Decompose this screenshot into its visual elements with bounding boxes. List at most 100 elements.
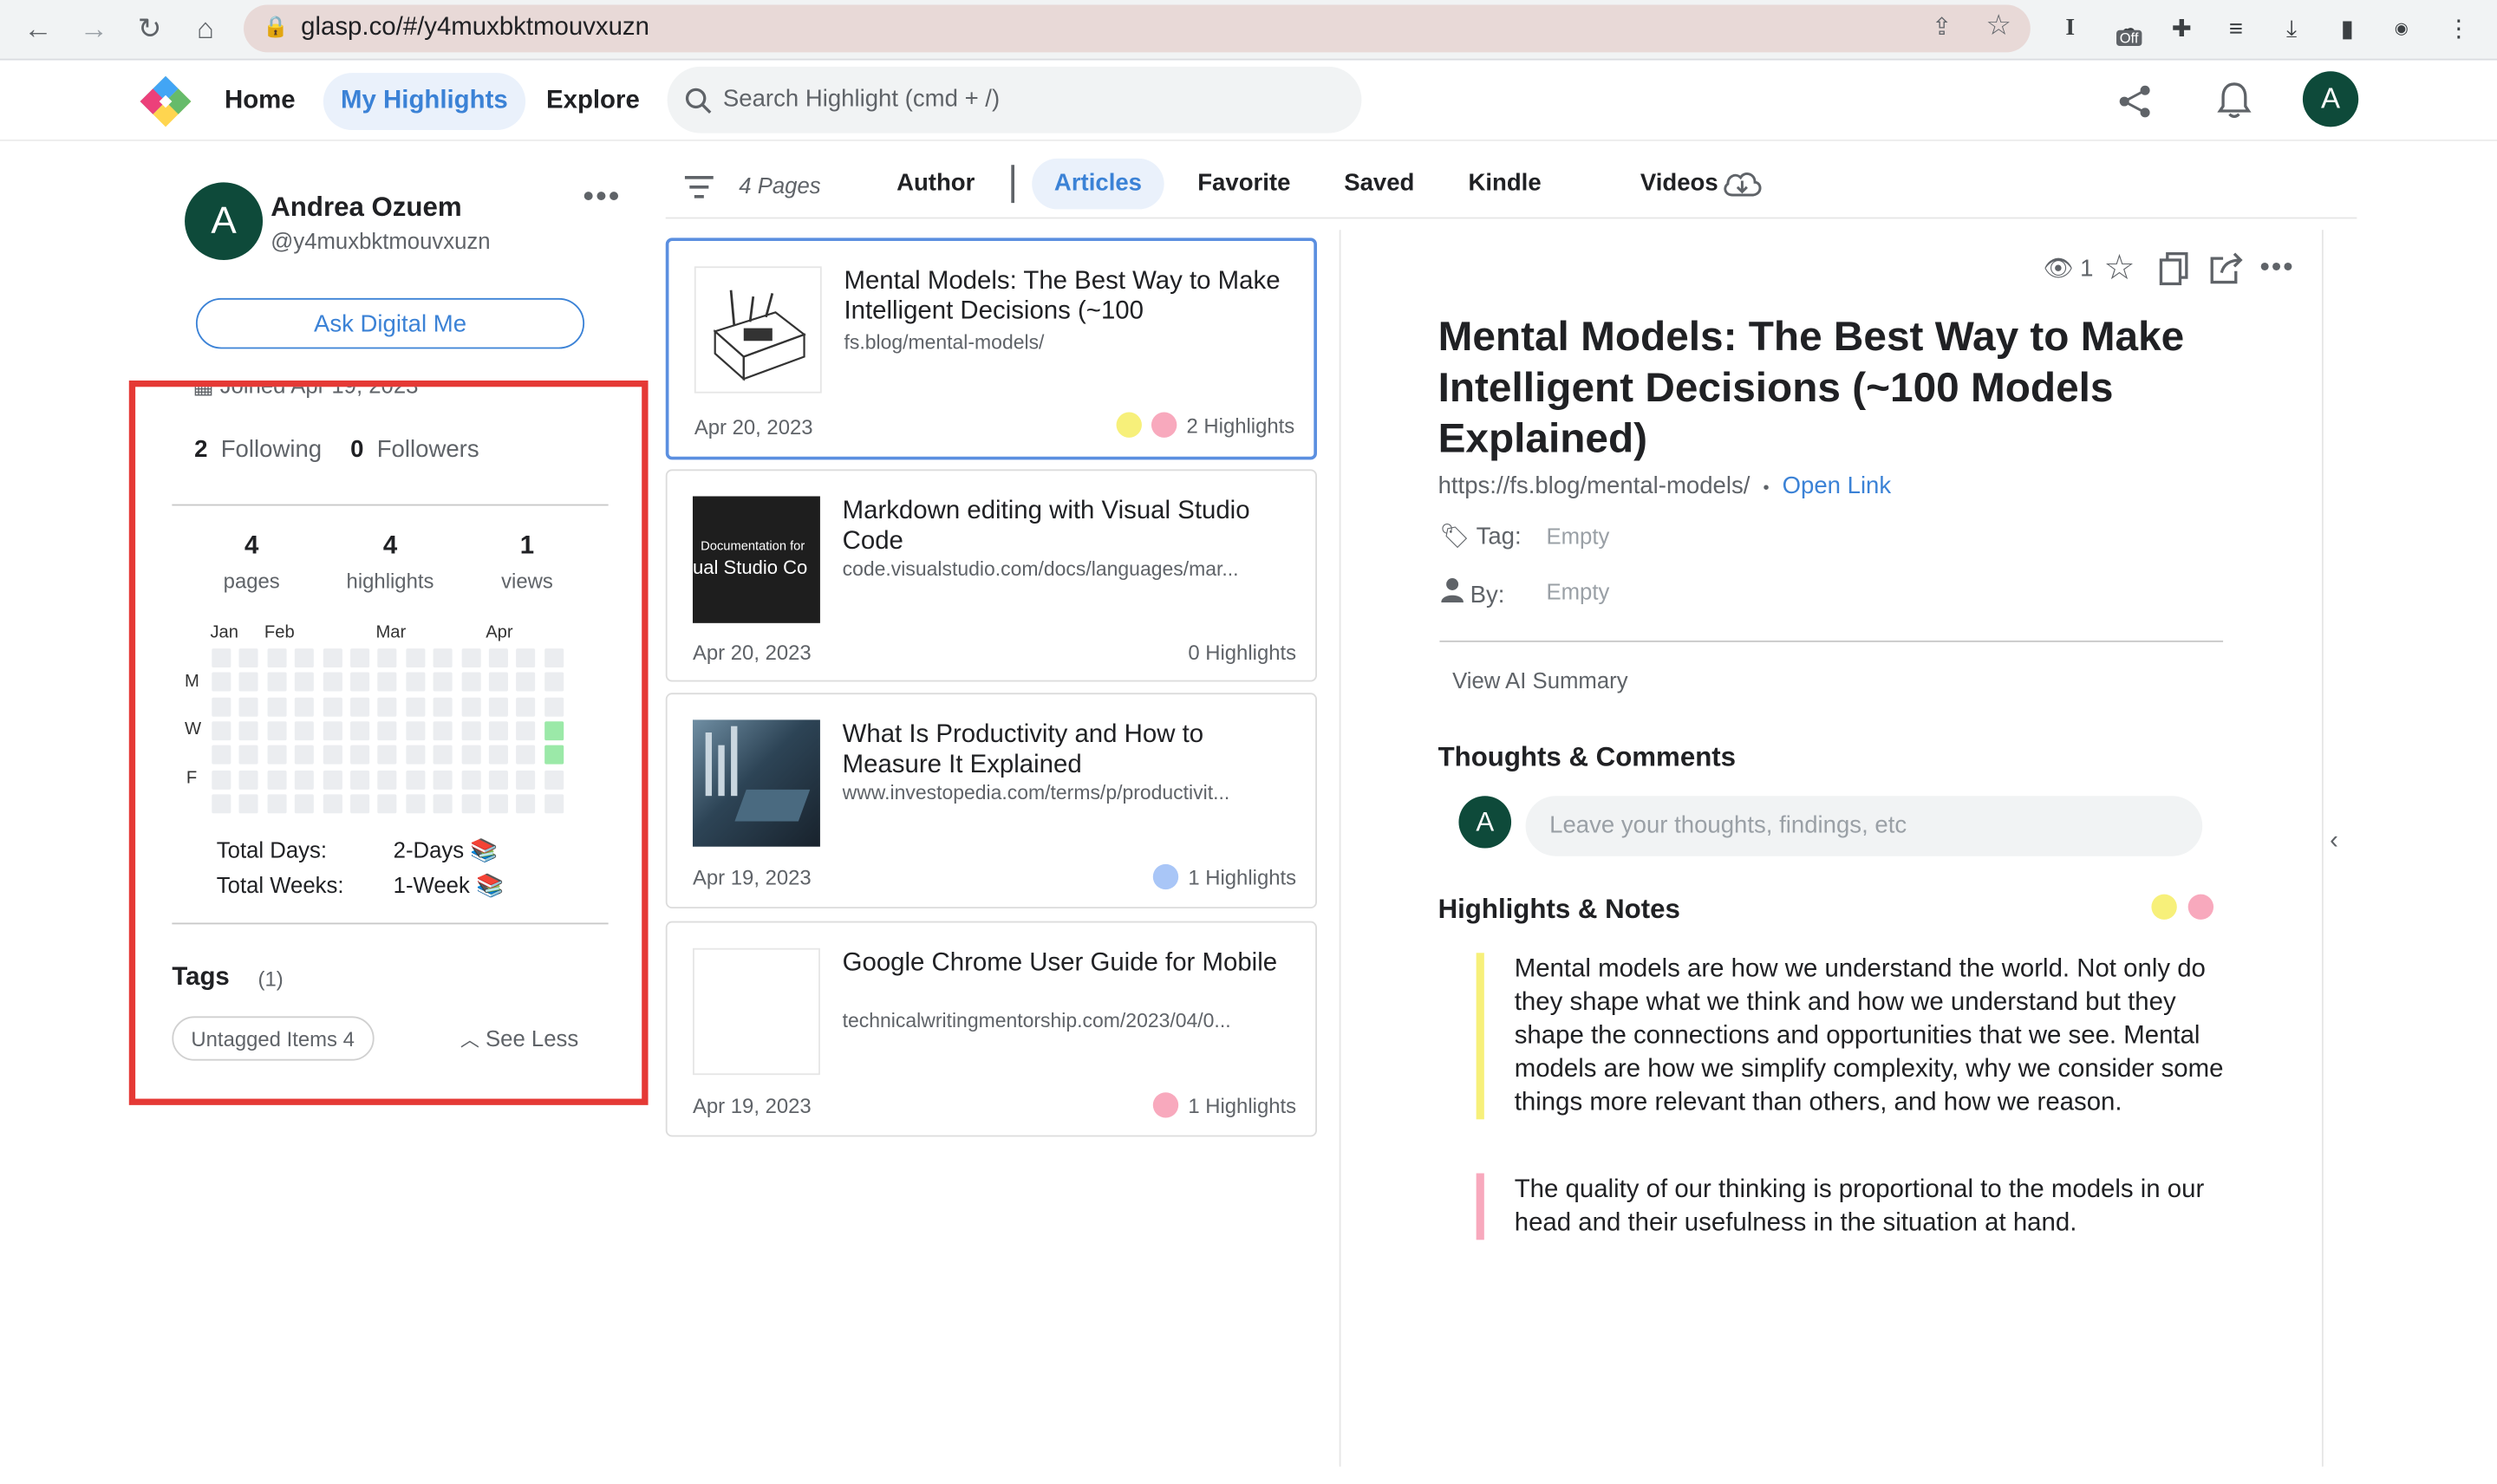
reading-list-icon[interactable]: ≡ (2219, 11, 2253, 46)
heatmap-cell (323, 793, 342, 813)
blue-dot (1152, 863, 1179, 890)
heatmap-cell (488, 673, 508, 693)
ask-digital-me-button[interactable]: Ask Digital Me (195, 297, 585, 349)
extension-cloud-icon[interactable]: ☁ Off (2110, 11, 2145, 47)
heatmap-cell (405, 697, 426, 716)
chart-bar-shape (705, 732, 713, 797)
home-icon[interactable]: ⌂ (186, 10, 225, 48)
download-icon[interactable]: ⤓ (2274, 11, 2309, 46)
more-options-icon[interactable]: ••• (2259, 251, 2294, 283)
filter-articles[interactable]: Articles (1032, 158, 1164, 210)
filter-favorite[interactable]: Favorite (1176, 159, 1314, 210)
share-icon[interactable] (2118, 84, 2153, 119)
favorite-star-icon[interactable]: ☆ (2103, 247, 2135, 289)
by-value[interactable]: Empty (1546, 579, 1609, 604)
activity-heatmap (212, 648, 577, 823)
views-indicator: 👁 1 (2044, 254, 2094, 282)
card-highlights: 1 Highlights (1152, 863, 1297, 890)
followers-link[interactable]: 0 Followers (350, 436, 479, 463)
tag-value[interactable]: Empty (1546, 524, 1609, 549)
chart-bar-shape (731, 726, 738, 797)
heatmap-cell (212, 793, 231, 813)
reload-icon[interactable]: ↻ (131, 10, 169, 48)
heatmap-cell (212, 721, 231, 740)
cloud-download-icon[interactable] (1722, 168, 1764, 200)
heatmap-cell (544, 697, 564, 716)
thoughts-input[interactable]: Leave your thoughts, findings, etc (1525, 796, 2203, 856)
heatmap-cell (544, 721, 564, 740)
extension-i-icon[interactable]: I (2053, 11, 2088, 46)
heatmap-cell (212, 673, 231, 693)
heatmap-cell (212, 770, 231, 789)
chrome-menu-icon[interactable]: ⋮ (2442, 11, 2476, 46)
url-text: glasp.co/#/y4muxbktmouvxuzn (301, 14, 649, 42)
heatmap-cell (295, 745, 315, 765)
share-page-icon[interactable]: ⇪ (1932, 13, 1952, 42)
heatmap-cell (516, 721, 536, 740)
heatmap-cell (544, 673, 564, 693)
total-weeks-label: Total Weeks: (216, 871, 344, 898)
filter-author[interactable]: Author (874, 159, 997, 210)
browser-toolbar: ← → ↻ ⌂ 🔒 glasp.co/#/y4muxbktmouvxuzn ⇪ … (0, 0, 2497, 61)
glasp-logo-icon[interactable] (139, 75, 192, 128)
heatmap-cell (239, 697, 259, 716)
thoughts-placeholder: Leave your thoughts, findings, etc (1549, 811, 1907, 839)
card-url: fs.blog/mental-models/ (844, 331, 1045, 354)
following-link[interactable]: 2 Following (194, 436, 322, 463)
user-avatar[interactable]: A (2302, 71, 2359, 127)
export-icon[interactable] (2209, 252, 2244, 285)
page-card[interactable]: Documentation for ual Studio Co Markdown… (665, 469, 1317, 682)
collapse-chevron-icon[interactable]: ‹ (2330, 828, 2338, 856)
filter-icon[interactable] (684, 174, 714, 199)
extensions-puzzle-icon[interactable]: ✚ (2164, 11, 2199, 46)
more-options-icon[interactable]: ••• (583, 179, 621, 216)
page-thumbnail: Documentation for ual Studio Co (692, 496, 820, 623)
heatmap-cell (267, 673, 287, 693)
highlights-title: Highlights & Notes (1438, 894, 1680, 925)
heatmap-cell (323, 721, 342, 740)
heatmap-cell (433, 673, 453, 693)
side-panel-icon[interactable]: ▮ (2330, 11, 2364, 46)
joined-date: ▦ Joined Apr 19, 2023 (192, 387, 418, 400)
nav-explore[interactable]: Explore (529, 73, 657, 130)
heatmap-cell (488, 793, 508, 813)
yellow-filter-dot[interactable] (2151, 894, 2177, 920)
address-bar[interactable]: 🔒 glasp.co/#/y4muxbktmouvxuzn ⇪ ☆ (244, 4, 2031, 53)
nav-home[interactable]: Home (207, 73, 313, 130)
highlight-note[interactable]: The quality of our thinking is proportio… (1476, 1173, 2225, 1240)
highlight-note[interactable]: Mental models are how we understand the … (1476, 953, 2225, 1120)
page-card[interactable]: Mental Models: The Best Way to Make Inte… (665, 238, 1317, 460)
back-icon[interactable]: ← (19, 10, 57, 48)
following-count: 2 (194, 435, 208, 464)
filter-kindle[interactable]: Kindle (1446, 159, 1564, 210)
heatmap-cell (350, 770, 370, 789)
comment-avatar: A (1458, 796, 1512, 849)
profile-chip-icon[interactable]: ◉ (2384, 11, 2419, 46)
bookmark-star-icon[interactable]: ☆ (1985, 10, 2011, 42)
search-input[interactable]: Search Highlight (cmd + /) (667, 66, 1362, 133)
heatmap-cell (544, 793, 564, 813)
page-card[interactable]: Google Chrome User Guide for Mobile tech… (665, 921, 1317, 1137)
card-date: Apr 20, 2023 (692, 640, 812, 665)
pink-filter-dot[interactable] (2187, 894, 2214, 920)
page-card[interactable]: What Is Productivity and How to Measure … (665, 693, 1317, 909)
heatmap-cell (516, 793, 536, 813)
heatmap-cell (405, 793, 426, 813)
notification-bell-icon[interactable] (2217, 81, 2252, 119)
heatmap-cell (239, 793, 259, 813)
heatmap-cell (433, 745, 453, 765)
total-weeks-value: 1-Week 📚 (393, 871, 504, 898)
heatmap-cell (323, 770, 342, 789)
copy-icon[interactable] (2158, 252, 2190, 287)
view-ai-summary[interactable]: View AI Summary (1452, 667, 1627, 693)
filter-saved[interactable]: Saved (1321, 159, 1437, 210)
open-link[interactable]: Open Link (1783, 472, 1892, 499)
stat-highlights: 4 highlights (329, 533, 451, 594)
forward-icon[interactable]: → (75, 10, 113, 48)
panel-divider (1339, 230, 1341, 1467)
card-url: code.visualstudio.com/docs/languages/mar… (842, 557, 1239, 581)
untagged-items-chip[interactable]: Untagged Items 4 (172, 1016, 374, 1061)
highlight-count: 1 Highlights (1188, 864, 1297, 889)
see-less-button[interactable]: ︿ See Less (460, 1025, 578, 1052)
nav-my-highlights[interactable]: My Highlights (323, 73, 525, 130)
